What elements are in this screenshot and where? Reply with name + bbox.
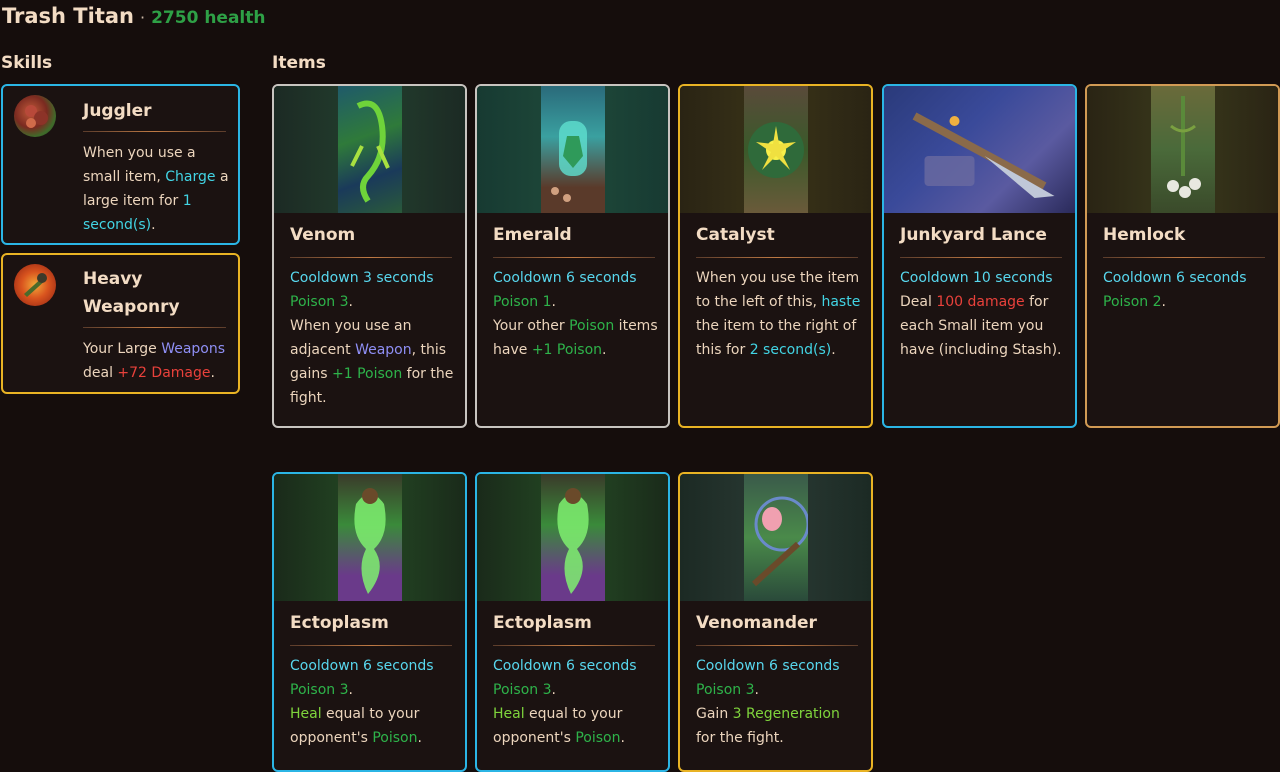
skill-divider xyxy=(83,131,226,132)
ectoplasm-art xyxy=(274,474,465,601)
item-name: Junkyard Lance xyxy=(900,225,1047,245)
catalyst-art xyxy=(680,86,871,213)
item-divider xyxy=(696,257,858,258)
item-card-venomander[interactable]: Venomander Cooldown 6 seconds Poison 3. … xyxy=(678,472,873,772)
item-name: Catalyst xyxy=(696,225,775,245)
item-description: Cooldown 3 seconds Poison 3. When you us… xyxy=(290,270,454,406)
item-card-hemlock[interactable]: Hemlock Cooldown 6 seconds Poison 2. xyxy=(1085,84,1280,428)
item-name: Venom xyxy=(290,225,356,245)
item-description: When you use the item to the left of thi… xyxy=(696,270,861,358)
item-name: Ectoplasm xyxy=(290,613,389,633)
junkyard-lance-art xyxy=(884,86,1075,213)
item-description: Cooldown 10 seconds Deal 100 damage for … xyxy=(900,270,1062,358)
item-description: Cooldown 6 seconds Poison 3. Heal equal … xyxy=(290,658,434,746)
item-name: Hemlock xyxy=(1103,225,1186,245)
item-card-ectoplasm[interactable]: Ectoplasm Cooldown 6 seconds Poison 3. H… xyxy=(475,472,670,772)
item-divider xyxy=(493,645,655,646)
item-divider xyxy=(696,645,858,646)
item-description: Cooldown 6 seconds Poison 2. xyxy=(1103,270,1247,310)
skill-divider xyxy=(83,327,226,328)
hemlock-art xyxy=(1087,86,1278,213)
item-description: Cooldown 6 seconds Poison 3. Heal equal … xyxy=(493,658,637,746)
item-card-catalyst[interactable]: Catalyst When you use the item to the le… xyxy=(678,84,873,428)
venom-art xyxy=(274,86,465,213)
ectoplasm-art xyxy=(477,474,668,601)
title-separator: · xyxy=(140,8,146,27)
skills-label: Skills xyxy=(1,53,53,73)
items-label: Items xyxy=(272,53,326,73)
skill-description: Your Large Weapons deal +72 Damage. xyxy=(83,341,226,381)
skill-card-juggler[interactable]: Juggler When you use a small item, Charg… xyxy=(1,84,240,245)
item-divider xyxy=(1103,257,1265,258)
page-title: Trash Titan xyxy=(2,4,134,28)
skill-name: Heavy Weaponry xyxy=(83,269,180,317)
item-description: Cooldown 6 seconds Poison 1. Your other … xyxy=(493,270,658,358)
item-card-junkyard-lance[interactable]: Junkyard Lance Cooldown 10 seconds Deal … xyxy=(882,84,1077,428)
item-name: Ectoplasm xyxy=(493,613,592,633)
health-value: 2750 health xyxy=(151,8,266,28)
item-name: Emerald xyxy=(493,225,572,245)
emerald-art xyxy=(477,86,668,213)
item-name: Venomander xyxy=(696,613,817,633)
item-divider xyxy=(290,257,452,258)
skill-description: When you use a small item, Charge a larg… xyxy=(83,145,229,233)
juggler-icon xyxy=(14,95,56,137)
skill-name: Juggler xyxy=(83,101,152,121)
heavy-weaponry-icon xyxy=(14,264,56,306)
header: Trash Titan · 2750 health xyxy=(2,4,266,28)
item-divider xyxy=(900,257,1062,258)
venomander-art xyxy=(680,474,871,601)
item-description: Cooldown 6 seconds Poison 3. Gain 3 Rege… xyxy=(696,658,840,746)
skill-card-heavy-weaponry[interactable]: Heavy Weaponry Your Large Weapons deal +… xyxy=(1,253,240,394)
item-divider xyxy=(290,645,452,646)
item-card-emerald[interactable]: Emerald Cooldown 6 seconds Poison 1. You… xyxy=(475,84,670,428)
item-divider xyxy=(493,257,655,258)
item-card-venom[interactable]: Venom Cooldown 3 seconds Poison 3. When … xyxy=(272,84,467,428)
item-card-ectoplasm[interactable]: Ectoplasm Cooldown 6 seconds Poison 3. H… xyxy=(272,472,467,772)
